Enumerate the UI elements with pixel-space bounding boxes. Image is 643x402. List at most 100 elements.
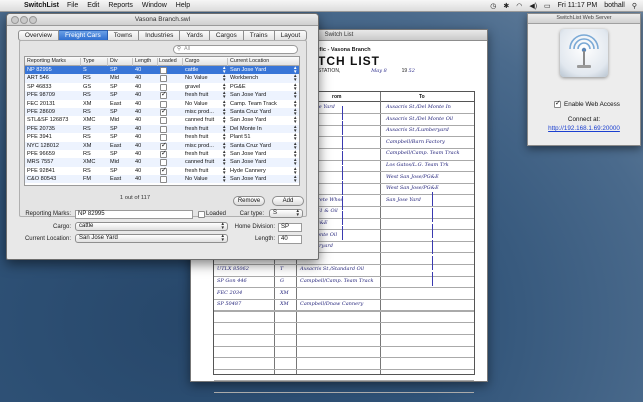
cell-loaded-checkbox[interactable] bbox=[160, 166, 167, 175]
switchlist-row: SP 50487 XM Campbell/Dnaw Cannery bbox=[214, 299, 474, 309]
cell-current-location: Plant 51 bbox=[230, 134, 251, 141]
cell-current-location: San Jose Yard bbox=[230, 117, 267, 124]
enable-web-access[interactable]: ✓ Enable Web Access bbox=[554, 100, 620, 108]
home-division-field[interactable]: SP bbox=[278, 223, 302, 232]
cell-type: FM bbox=[83, 176, 92, 183]
switchlist-to: Campbell/Barn Factory bbox=[386, 138, 445, 145]
cell-cargo: fresh fruit bbox=[185, 150, 209, 157]
menu-help[interactable]: Help bbox=[176, 2, 190, 9]
popup-arrows-icon[interactable]: ▲ ▼ bbox=[293, 174, 297, 183]
cell-cargo: No Value bbox=[185, 100, 208, 107]
popup-arrows-icon: ▲ ▼ bbox=[220, 233, 225, 242]
reporting-marks-field[interactable]: NP 82995 bbox=[75, 210, 193, 219]
switchlist-row: SP Gon 446 G Campbell/Camp. Team Track bbox=[214, 276, 474, 286]
menu-user[interactable]: bothall bbox=[604, 2, 625, 9]
menu-clock[interactable]: Fri 11:17 PM bbox=[558, 2, 598, 9]
popup-arrows-icon[interactable]: ▲ ▼ bbox=[222, 132, 226, 141]
cargo-popup[interactable]: cattle ▲ ▼ bbox=[75, 221, 228, 231]
volume-icon[interactable]: ◀) bbox=[529, 2, 537, 10]
add-button[interactable]: Add bbox=[272, 196, 304, 206]
cell-current-location: Santa Cruz Yard bbox=[230, 142, 271, 149]
popup-arrows-icon[interactable]: ▲ ▼ bbox=[222, 90, 226, 99]
col-length[interactable]: Length bbox=[135, 58, 151, 64]
remove-button[interactable]: Remove bbox=[233, 196, 265, 206]
table-row[interactable]: PFE 28609RSSP40misc prod...▲▼Santa Cruz … bbox=[25, 107, 299, 117]
cell-current-location: Workbench bbox=[230, 75, 259, 82]
web-server-url-link[interactable]: http://192.168.1.69:20000 bbox=[528, 125, 640, 132]
popup-arrows-icon[interactable]: ▲ ▼ bbox=[293, 90, 297, 99]
battery-icon[interactable]: ▭ bbox=[544, 2, 551, 10]
cell-loaded-checkbox[interactable] bbox=[160, 117, 167, 125]
table-row[interactable]: STL&SF 126873 XMC Mid 40 canned fruit ▲ ▼ San J… bbox=[25, 116, 299, 125]
col-reporting-marks[interactable]: Reporting Marks bbox=[27, 58, 66, 64]
cell-loaded-checkbox[interactable] bbox=[160, 67, 167, 74]
cell-type: RS bbox=[83, 125, 91, 132]
date-value: May 8 bbox=[371, 68, 387, 74]
switchlist-header-line: ific - Vasona Branch bbox=[318, 47, 371, 53]
station-label: STATION, bbox=[318, 68, 341, 74]
cell-length: 40 bbox=[135, 125, 142, 132]
menu-window[interactable]: Window bbox=[142, 2, 167, 9]
enable-web-access-checkbox[interactable]: ✓ bbox=[554, 100, 561, 108]
table-row[interactable]: C&O 80543 FM East 40 No Value ▲ ▼ San Jose Yard… bbox=[25, 174, 299, 184]
close-button[interactable] bbox=[11, 16, 19, 24]
popup-arrows-icon[interactable]: ▲ ▼ bbox=[222, 174, 226, 183]
spotlight-icon[interactable]: ⚲ bbox=[632, 2, 637, 10]
menu-file[interactable]: File bbox=[67, 2, 78, 9]
table-row[interactable]: PFE 96659RSSP40fresh fruit▲▼San Jose Yar… bbox=[25, 149, 299, 158]
col-current-location[interactable]: Current Location bbox=[230, 58, 269, 64]
menu-reports[interactable]: Reports bbox=[108, 2, 133, 9]
cell-loaded-checkbox[interactable] bbox=[160, 107, 167, 116]
search-field[interactable]: ⚲ All bbox=[173, 45, 298, 54]
cell-length: 40 bbox=[135, 142, 142, 149]
col-loaded[interactable]: Loaded bbox=[159, 58, 177, 64]
year-label: 19 bbox=[401, 68, 408, 74]
switchlist-to: Los Gatos/L.G. Team Trk bbox=[386, 162, 449, 168]
switchlist-type: T bbox=[280, 266, 284, 273]
time-machine-icon[interactable]: ◷ bbox=[490, 2, 496, 10]
cell-reporting-marks: ART 546 bbox=[27, 75, 49, 82]
cell-type: RS bbox=[83, 75, 91, 82]
cell-type: RS bbox=[83, 108, 91, 115]
switchlist-from: Campbell/Camp. Team Track bbox=[300, 278, 374, 284]
cell-length: 40 bbox=[135, 108, 142, 115]
cell-loaded-checkbox[interactable] bbox=[160, 75, 167, 83]
menu-edit[interactable]: Edit bbox=[87, 2, 99, 9]
bluetooth-icon[interactable]: ✱ bbox=[503, 2, 509, 10]
cell-reporting-marks: MRS 7557 bbox=[27, 159, 54, 166]
switchlist-type: XM bbox=[280, 301, 289, 308]
col-div[interactable]: Div bbox=[110, 58, 118, 64]
table-row[interactable]: PFE 92841RSSP40fresh fruit▲▼Hyde Cannery… bbox=[25, 166, 299, 175]
cell-reporting-marks: NYC 128012 bbox=[27, 142, 60, 149]
cell-div: Mid bbox=[110, 75, 120, 82]
wifi-icon[interactable]: ◠ bbox=[516, 2, 522, 10]
current-location-popup[interactable]: San Jose Yard ▲ ▼ bbox=[75, 233, 228, 243]
cell-loaded-checkbox[interactable] bbox=[160, 125, 167, 133]
cell-loaded-checkbox[interactable] bbox=[160, 149, 167, 158]
length-label: Length: bbox=[254, 236, 275, 242]
loaded-checkbox[interactable] bbox=[198, 211, 205, 218]
table-row[interactable]: PFE 98709 RS SP 40 fresh fruit ▲▼ San Jose Yar… bbox=[25, 90, 299, 100]
cell-div: East bbox=[110, 142, 122, 149]
cell-loaded-checkbox[interactable] bbox=[160, 176, 167, 184]
switchlist-to: Axsacris St./Lumberyard bbox=[386, 127, 449, 134]
layout-window-titlebar[interactable]: Vasona Branch.swl bbox=[7, 14, 318, 26]
popup-arrows-icon[interactable]: ▲ ▼ bbox=[293, 132, 297, 141]
minimize-button[interactable] bbox=[20, 16, 28, 24]
cell-type: RS bbox=[83, 167, 91, 174]
col-cargo[interactable]: Cargo bbox=[185, 58, 199, 64]
col-type[interactable]: Type bbox=[83, 58, 94, 64]
cell-loaded-checkbox[interactable] bbox=[160, 90, 167, 100]
length-field[interactable]: 40 bbox=[278, 235, 302, 244]
car-type-popup[interactable]: S ▲ ▼ bbox=[269, 208, 303, 218]
table-row[interactable]: PFE 20735 RS SP 40 fresh fruit ▲ ▼ Del Monte In… bbox=[25, 124, 299, 134]
switchlist-heading: TCH LIST bbox=[318, 54, 380, 68]
table-row[interactable]: NP 82995 S SP 40 cattle ▲ ▼ San Jose Yard ▲ ▼ bbox=[25, 65, 299, 75]
web-access-icon bbox=[560, 29, 608, 77]
cell-length: 40 bbox=[135, 176, 142, 183]
table-row[interactable]: ART 546 RS Mid 40 No Value ▲ ▼ Workbench ▲ ▼ bbox=[25, 74, 299, 83]
cell-type: RS bbox=[83, 92, 91, 99]
menu-app-name[interactable]: SwitchList bbox=[24, 2, 59, 9]
zoom-button[interactable] bbox=[29, 16, 37, 24]
freight-car-table[interactable]: Reporting Marks Type Div Length Loaded C… bbox=[24, 56, 300, 186]
